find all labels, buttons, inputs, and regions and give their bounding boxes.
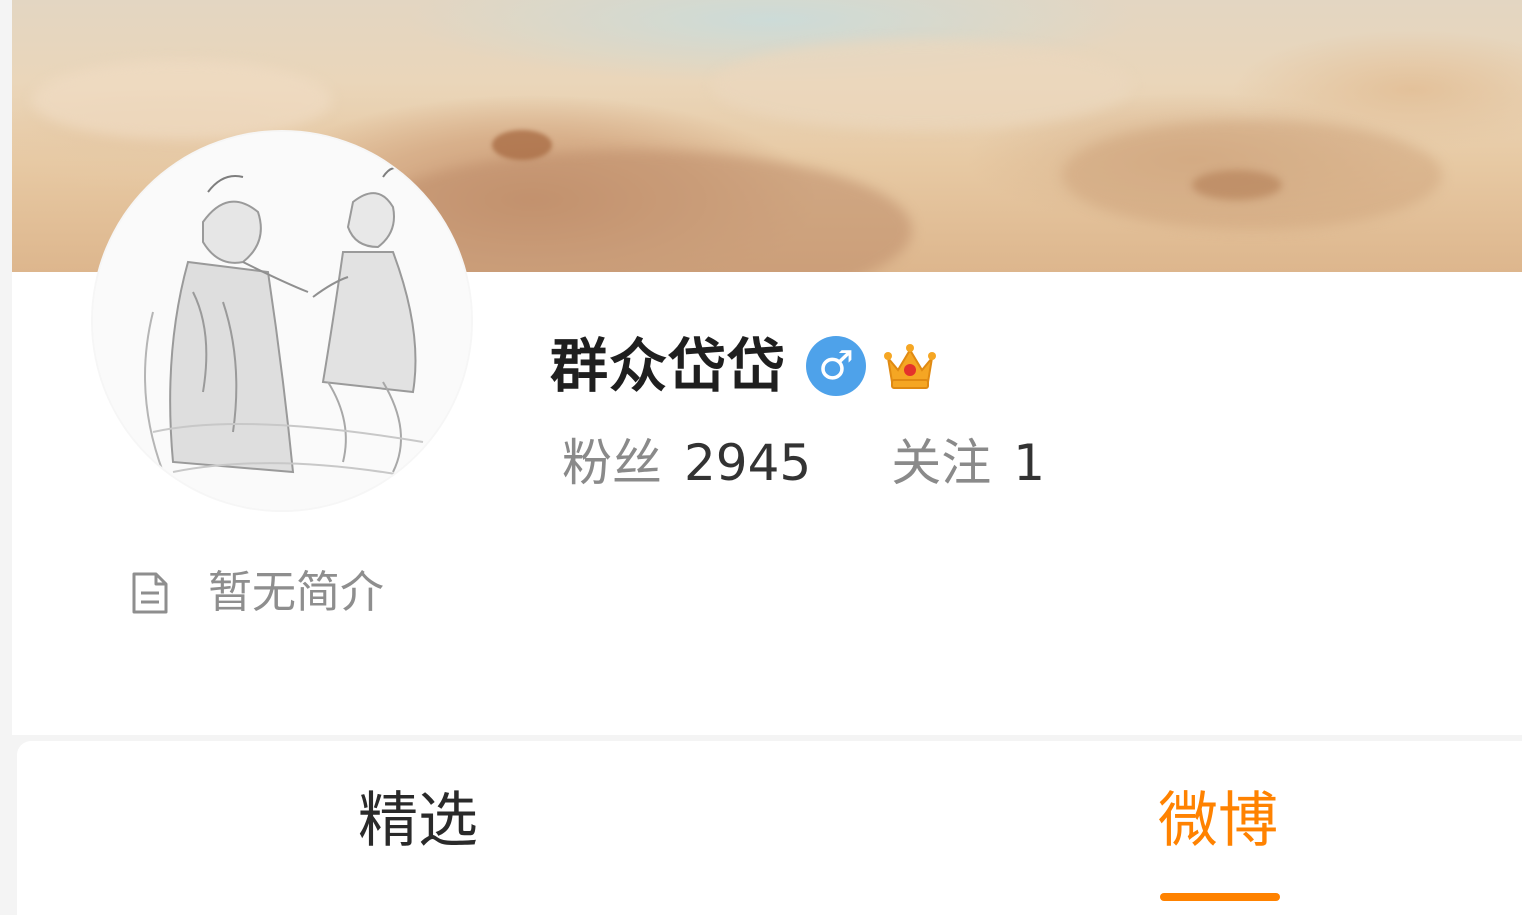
followers-count[interactable]: 2945 [684,432,811,494]
profile-stats: 粉丝 2945 关注 1 [562,432,1045,494]
user-name-row: 群众岱岱 ♂ [550,330,940,402]
tab-featured[interactable]: 精选 [358,781,478,861]
crown-icon[interactable] [880,336,940,396]
bio-row: 暂无简介 [130,563,384,623]
avatar[interactable] [93,132,471,510]
profile-tab-bar: 精选 微博 [17,741,1522,915]
gender-male-icon: ♂ [806,336,867,396]
profile-page: 群众岱岱 ♂ 粉丝 2945 关注 1 暂无简介 精选 微博 [0,0,1522,915]
active-tab-indicator [1160,893,1280,901]
document-icon [130,571,170,615]
following-count[interactable]: 1 [1013,432,1045,494]
tab-weibo[interactable]: 微博 [1158,781,1278,861]
user-name: 群众岱岱 [550,332,787,400]
bio-text: 暂无简介 [208,567,384,618]
following-label[interactable]: 关注 [891,432,991,494]
followers-label[interactable]: 粉丝 [562,432,662,494]
